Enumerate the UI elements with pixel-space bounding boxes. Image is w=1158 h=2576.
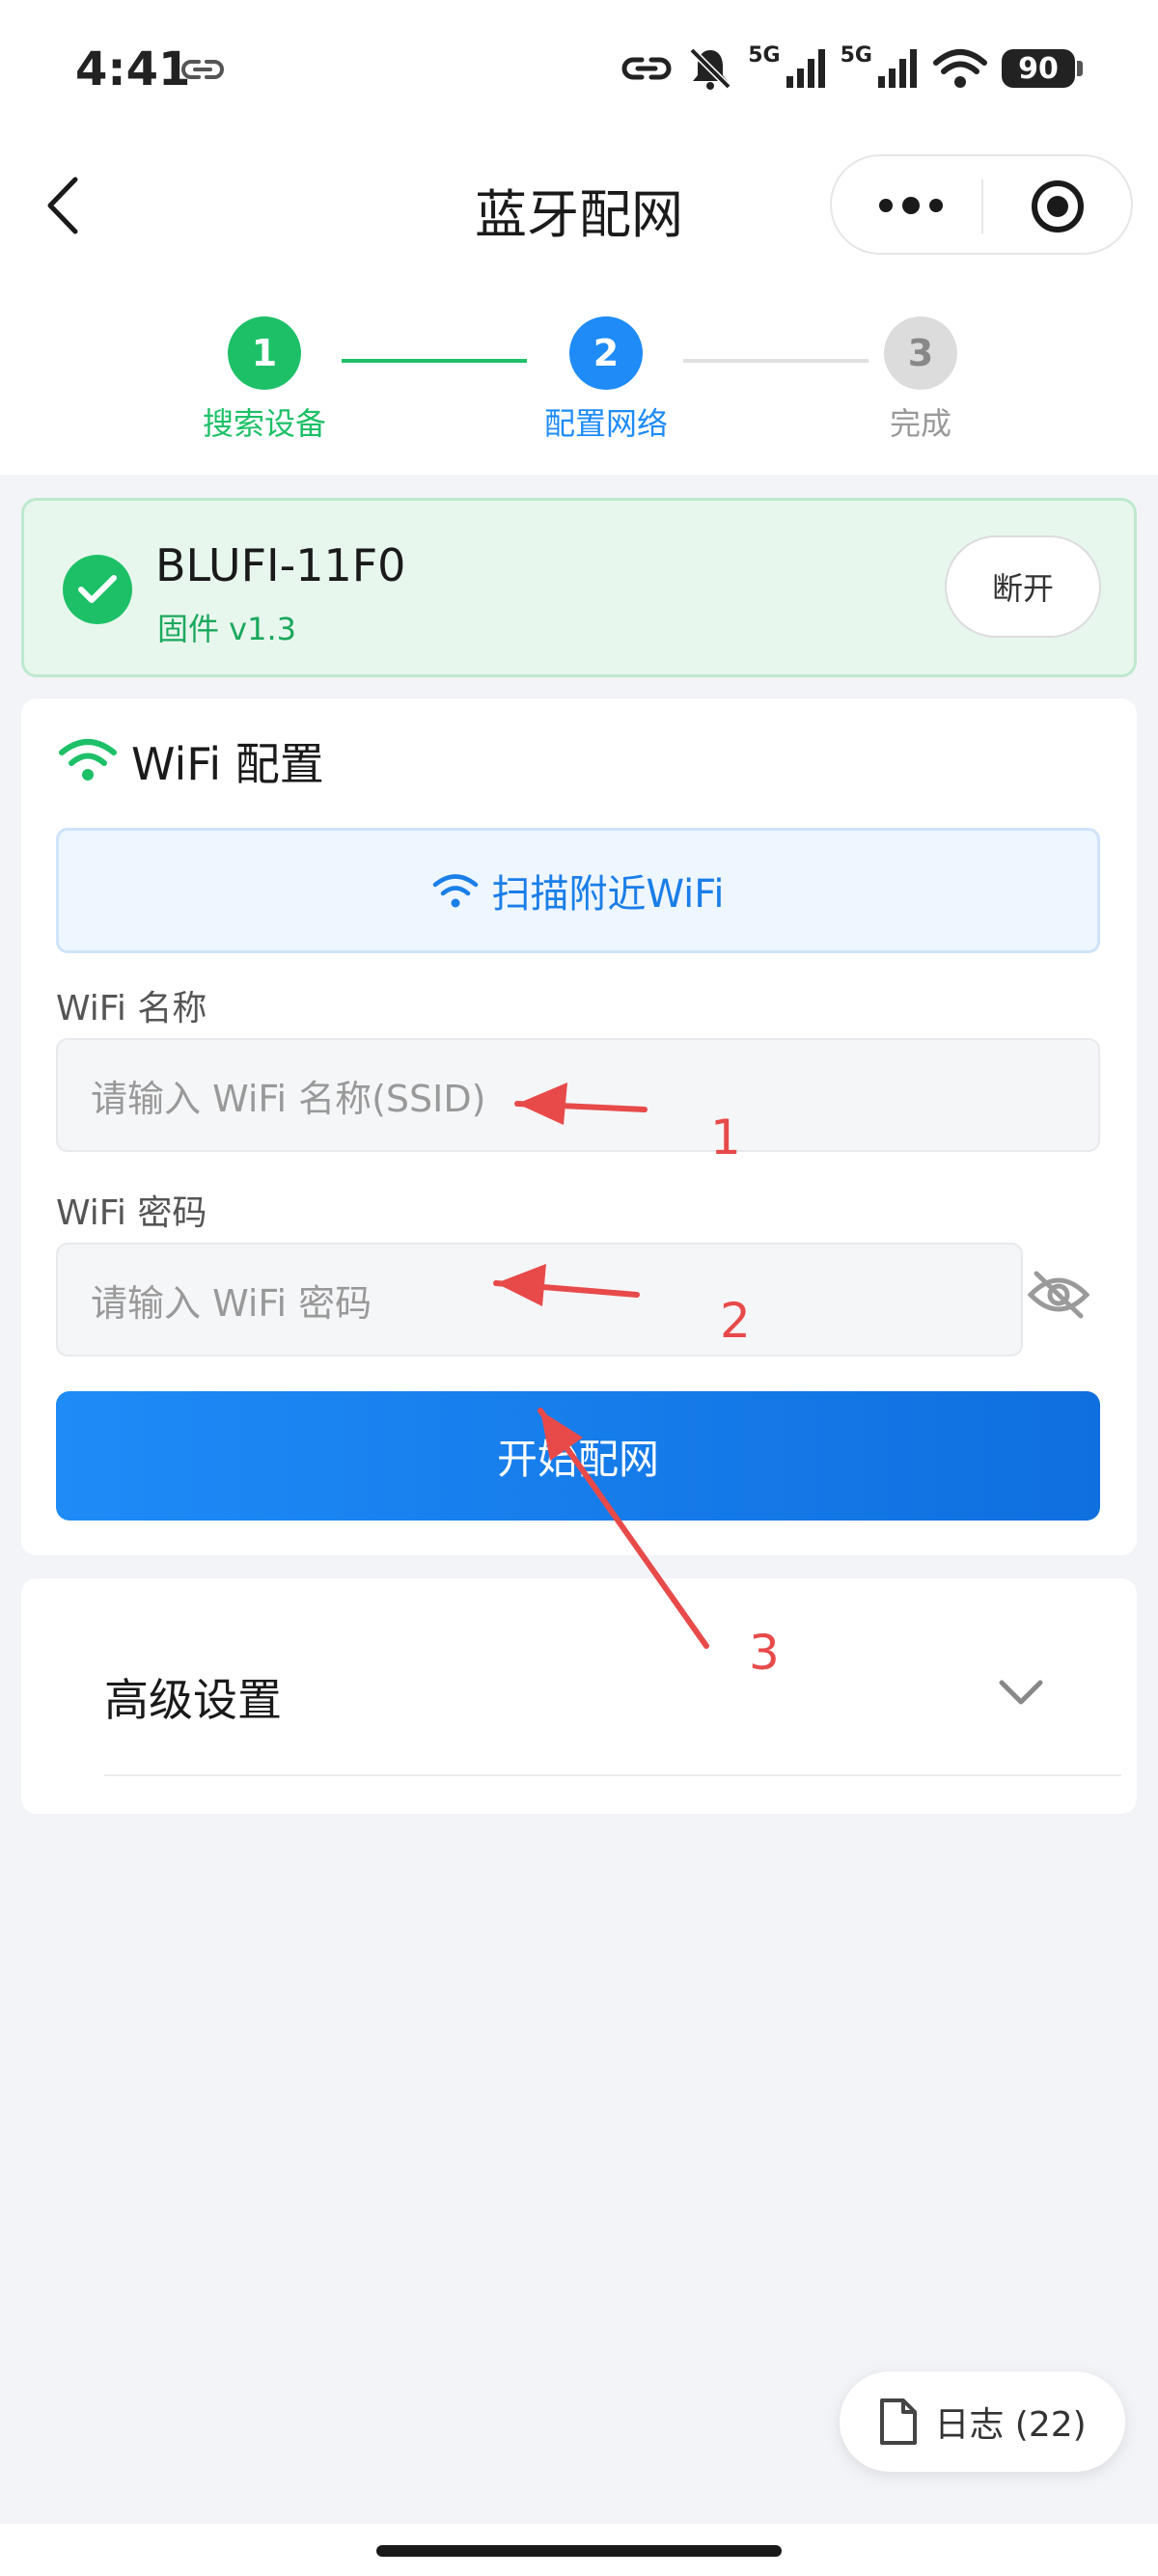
- step-connector-1: [342, 359, 527, 363]
- log-button[interactable]: 日志 (22): [840, 2371, 1125, 2472]
- hide-password-icon[interactable]: [1025, 1266, 1092, 1324]
- log-label: 日志 (22): [934, 2405, 1087, 2445]
- scan-wifi-label: 扫描附近WiFi: [491, 872, 725, 917]
- step-1-label: 搜索设备: [202, 405, 326, 442]
- status-bar: 4:41 5G 5G 90: [0, 0, 1158, 140]
- step-connector-2: [683, 359, 868, 363]
- password-label: WiFi 密码: [56, 1193, 207, 1233]
- link-icon: [181, 60, 224, 79]
- wifi-icon: [933, 49, 987, 88]
- check-icon: [63, 555, 132, 624]
- network-type-2: 5G: [840, 42, 872, 68]
- capsule-divider: [981, 179, 983, 233]
- password-input[interactable]: 请输入 WiFi 密码: [56, 1243, 1023, 1357]
- device-firmware: 固件 v1.3: [157, 611, 297, 647]
- device-name: BLUFI-11F0: [155, 539, 406, 591]
- wifi-icon: [432, 874, 478, 908]
- annotation-number-1: 1: [710, 1110, 741, 1165]
- ssid-label: WiFi 名称: [56, 989, 207, 1028]
- close-target-icon[interactable]: [1029, 178, 1087, 235]
- disconnect-button[interactable]: 断开: [945, 535, 1101, 638]
- link-icon: [621, 57, 672, 80]
- step-3-circle: 3: [884, 316, 957, 390]
- connected-device-card: BLUFI-11F0 固件 v1.3 断开: [21, 498, 1137, 677]
- advanced-divider: [104, 1774, 1121, 1776]
- chevron-down-icon[interactable]: [996, 1675, 1046, 1710]
- signal-bars-icon: [786, 49, 825, 88]
- annotation-number-3: 3: [749, 1625, 780, 1681]
- signal-bars-icon: [878, 49, 917, 88]
- wifi-icon: [59, 739, 117, 781]
- step-2-circle: 2: [569, 316, 643, 390]
- battery-indicator: 90: [1002, 49, 1083, 88]
- wifi-config-card: WiFi 配置 扫描附近WiFi WiFi 名称 请输入 WiFi 名称(SSI…: [21, 699, 1137, 1555]
- wifi-config-title: WiFi 配置: [131, 738, 324, 790]
- status-icons: 5G 5G 90: [620, 42, 1083, 95]
- step-3-label: 完成: [889, 405, 951, 442]
- mini-program-capsule: [830, 154, 1133, 255]
- advanced-settings-card[interactable]: 高级设置: [21, 1578, 1137, 1814]
- advanced-settings-title: 高级设置: [104, 1674, 282, 1726]
- scan-wifi-button[interactable]: 扫描附近WiFi: [56, 828, 1100, 953]
- annotation-number-2: 2: [720, 1293, 751, 1349]
- start-provisioning-button[interactable]: 开始配网: [56, 1391, 1100, 1521]
- step-1-circle: 1: [228, 316, 301, 390]
- document-icon: [880, 2398, 918, 2445]
- mute-bell-icon: [689, 47, 731, 90]
- step-2-label: 配置网络: [543, 405, 668, 442]
- ssid-input[interactable]: 请输入 WiFi 名称(SSID): [56, 1038, 1100, 1152]
- home-indicator[interactable]: [376, 2545, 782, 2557]
- status-time: 4:41: [75, 42, 191, 96]
- more-dots-icon[interactable]: [876, 191, 946, 220]
- network-type-1: 5G: [748, 42, 781, 68]
